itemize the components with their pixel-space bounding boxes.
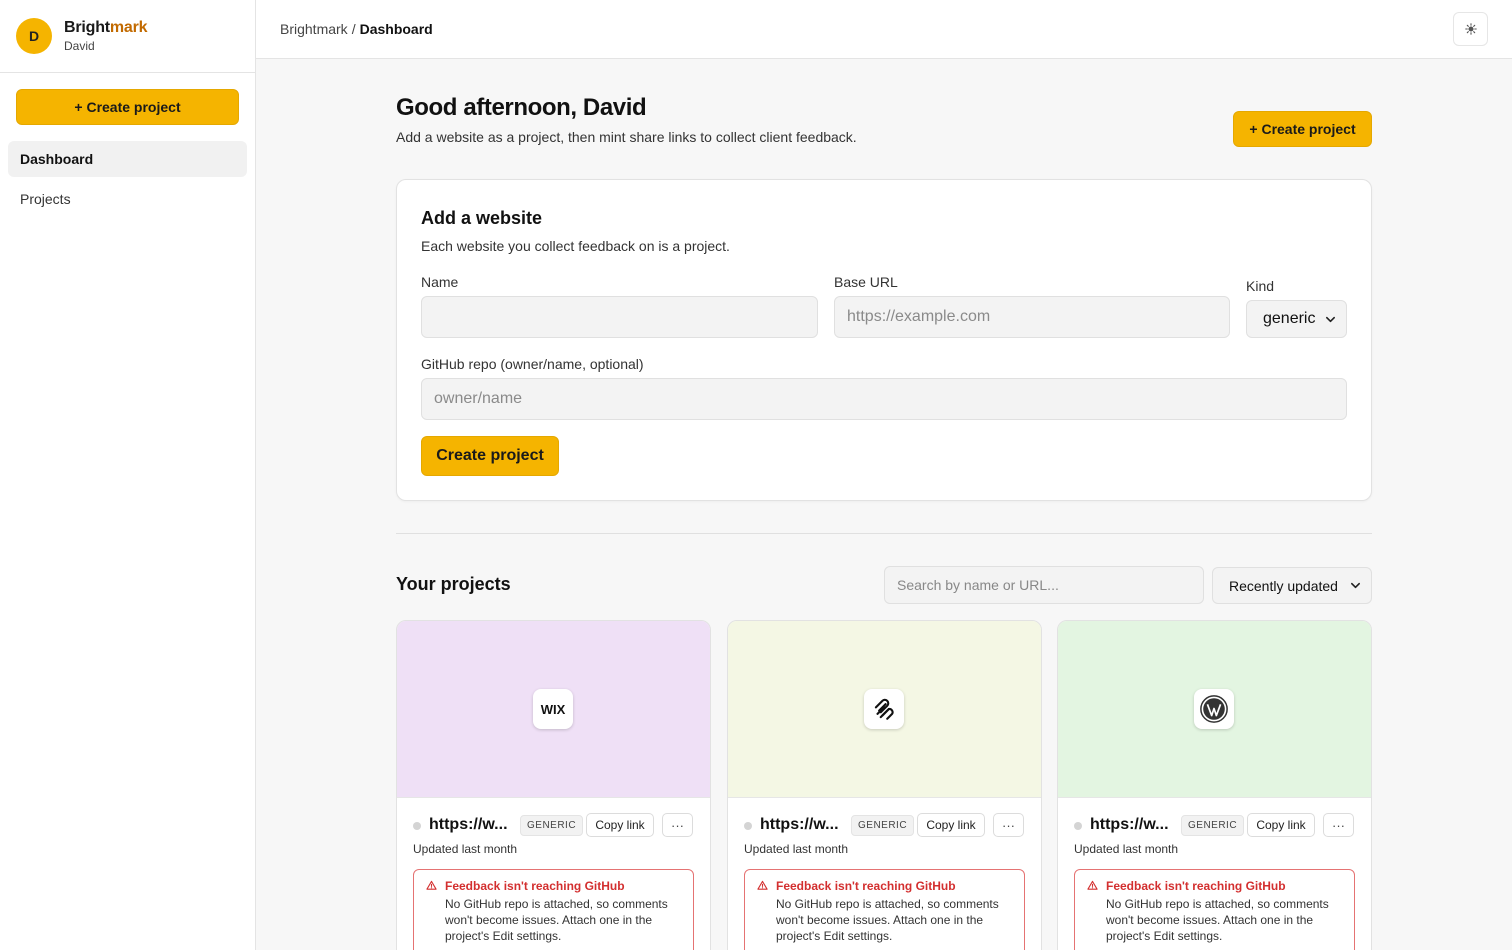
copy-link-button[interactable]: Copy link (1247, 813, 1315, 837)
warning-title: Feedback isn't reaching GitHub (776, 879, 956, 893)
kind-select-value: generic (1263, 310, 1316, 327)
status-dot (744, 822, 752, 830)
warning-icon (426, 880, 437, 890)
warning-title: Feedback isn't reaching GitHub (445, 879, 625, 893)
github-warning: Feedback isn't reaching GitHub No GitHub… (744, 869, 1025, 950)
breadcrumb-root[interactable]: Brightmark (280, 21, 348, 37)
page-subtitle: Add a website as a project, then mint sh… (396, 129, 857, 145)
brand-header: D Brightmark David (0, 0, 255, 73)
theme-toggle-button[interactable] (1453, 12, 1488, 46)
updated-text: Updated last month (413, 842, 518, 856)
project-card[interactable]: WIX https://w... GENERIC Copy link ··· U… (396, 620, 711, 950)
chevron-down-icon (1326, 316, 1335, 322)
warning-title: Feedback isn't reaching GitHub (1106, 879, 1286, 893)
avatar[interactable]: D (16, 18, 52, 54)
breadcrumb-current: Dashboard (359, 21, 433, 37)
warning-icon (757, 880, 768, 890)
brand-name: Brightmark (64, 19, 148, 37)
brand-name-main: Bright (64, 19, 110, 36)
project-card[interactable]: https://w... GENERIC Copy link ··· Updat… (1057, 620, 1372, 950)
sidebar-create-project-button[interactable]: + Create project (16, 89, 239, 125)
base-url-input[interactable] (834, 296, 1230, 338)
header-create-project-button[interactable]: + Create project (1233, 111, 1372, 147)
add-website-card: Add a website Each website you collect f… (396, 179, 1372, 501)
sidebar-item-projects[interactable]: Projects (8, 181, 247, 217)
add-website-subtitle: Each website you collect feedback on is … (421, 238, 730, 254)
sidebar: D Brightmark David + Create project Dash… (0, 0, 256, 950)
project-thumbnail[interactable]: WIX (397, 621, 710, 798)
sidebar-item-dashboard[interactable]: Dashboard (8, 141, 247, 177)
brand-text: Brightmark David (64, 19, 148, 53)
page-title: Good afternoon, David (396, 94, 647, 121)
more-options-button[interactable]: ··· (1323, 813, 1354, 837)
status-dot (413, 822, 421, 830)
user-name: David (64, 39, 95, 53)
your-projects-title: Your projects (396, 574, 511, 594)
project-url[interactable]: https://w... (760, 816, 839, 834)
status-dot (1074, 822, 1082, 830)
project-thumbnail[interactable] (728, 621, 1041, 798)
sort-select-value: Recently updated (1229, 577, 1338, 594)
name-input[interactable] (421, 296, 818, 338)
warning-icon (1087, 880, 1098, 890)
wix-logo-icon: WIX (533, 689, 573, 729)
copy-link-button[interactable]: Copy link (586, 813, 654, 837)
copy-link-button[interactable]: Copy link (917, 813, 985, 837)
kind-badge: GENERIC (520, 815, 584, 836)
project-card[interactable]: https://w... GENERIC Copy link ··· Updat… (727, 620, 1042, 950)
name-label: Name (421, 274, 459, 290)
kind-label: Kind (1246, 278, 1275, 294)
warning-body: No GitHub repo is attached, so comments … (1106, 897, 1329, 943)
warning-body: No GitHub repo is attached, so comments … (445, 897, 668, 943)
kind-select[interactable]: generic (1246, 300, 1347, 338)
project-url[interactable]: https://w... (1090, 816, 1169, 834)
more-options-button[interactable]: ··· (662, 813, 693, 837)
base-url-label: Base URL (834, 274, 898, 290)
brand-name-accent: mark (109, 19, 148, 36)
project-search-input[interactable] (884, 566, 1204, 604)
section-divider (396, 533, 1372, 534)
topbar: Brightmark / Dashboard (256, 0, 1512, 59)
add-website-title: Add a website (421, 208, 543, 228)
breadcrumb: Brightmark / Dashboard (280, 21, 433, 37)
github-warning: Feedback isn't reaching GitHub No GitHub… (1074, 869, 1355, 950)
updated-text: Updated last month (1074, 842, 1179, 856)
breadcrumb-separator: / (351, 21, 356, 37)
warning-body: No GitHub repo is attached, so comments … (776, 897, 999, 943)
sun-icon (1464, 23, 1477, 35)
chevron-down-icon (1351, 582, 1360, 589)
github-repo-label: GitHub repo (owner/name, optional) (421, 356, 644, 372)
sort-select[interactable]: Recently updated (1212, 567, 1372, 604)
github-warning: Feedback isn't reaching GitHub No GitHub… (413, 869, 694, 950)
kind-badge: GENERIC (1181, 815, 1245, 836)
kind-badge: GENERIC (851, 815, 915, 836)
github-repo-input[interactable] (421, 378, 1347, 420)
project-url[interactable]: https://w... (429, 816, 508, 834)
project-thumbnail[interactable] (1058, 621, 1371, 798)
updated-text: Updated last month (744, 842, 849, 856)
create-project-submit-button[interactable]: Create project (421, 436, 559, 476)
more-options-button[interactable]: ··· (993, 813, 1024, 837)
wordpress-logo-icon (1194, 689, 1234, 729)
squarespace-logo-icon (864, 689, 904, 729)
